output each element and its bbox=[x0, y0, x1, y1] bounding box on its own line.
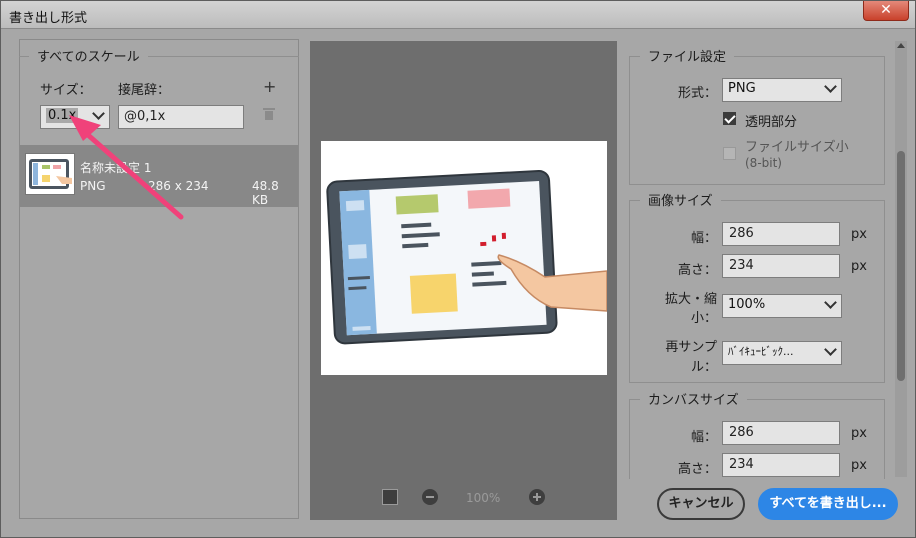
window-title: 書き出し形式 bbox=[9, 11, 88, 26]
resample-value: ﾊﾞｲｷｭｰﾋﾞｯｸ... bbox=[728, 345, 794, 358]
scale-label-line1: 拡大・縮 bbox=[664, 292, 717, 307]
scroll-thumb[interactable] bbox=[897, 151, 905, 381]
chevron-down-icon bbox=[824, 343, 837, 356]
image-width-unit: px bbox=[851, 227, 867, 242]
canvas-height-input[interactable]: 234 bbox=[722, 453, 840, 477]
trash-icon[interactable] bbox=[263, 107, 275, 121]
format-select-value: PNG bbox=[728, 81, 756, 96]
format-label: 形式： bbox=[677, 86, 717, 101]
format-select[interactable]: PNG bbox=[722, 78, 842, 102]
settings-scrollbar[interactable] bbox=[895, 41, 907, 477]
image-width-label: 幅： bbox=[690, 231, 717, 246]
annotation-arrow bbox=[69, 115, 184, 220]
asset-filesize: 48.8 KB bbox=[252, 179, 279, 207]
file-settings-legend: ファイル設定 bbox=[640, 46, 735, 65]
canvas-size-legend: カンバスサイズ bbox=[640, 389, 747, 408]
transparency-label: 透明部分 bbox=[745, 115, 798, 130]
zoom-in-icon[interactable] bbox=[529, 489, 545, 505]
all-scales-legend: すべてのスケール bbox=[29, 46, 148, 65]
scale-percent-select[interactable]: 100% bbox=[722, 294, 842, 318]
resample-label-line1: 再サンプ bbox=[665, 340, 717, 355]
small-file-label: ファイルサイズ小 bbox=[745, 140, 849, 155]
canvas-width-unit: px bbox=[851, 426, 867, 441]
canvas-width-label: 幅： bbox=[690, 430, 717, 445]
plus-icon[interactable]: + bbox=[263, 77, 276, 96]
close-button[interactable]: ✕ bbox=[863, 1, 909, 21]
export-all-button[interactable]: すべてを書き出し... bbox=[758, 488, 898, 520]
resample-select[interactable]: ﾊﾞｲｷｭｰﾋﾞｯｸ... bbox=[722, 341, 842, 365]
zoom-level: 100% bbox=[466, 491, 501, 505]
chevron-down-icon bbox=[824, 80, 837, 93]
scale-label-line2: 小： bbox=[690, 311, 717, 326]
image-height-input[interactable]: 234 bbox=[722, 254, 840, 278]
zoom-out-icon[interactable] bbox=[422, 489, 438, 505]
scale-percent-value: 100% bbox=[728, 297, 766, 312]
export-dialog: 書き出し形式 ✕ すべてのスケール サイズ： 接尾辞： + 0.1x @0,1x… bbox=[0, 0, 916, 538]
transparency-checkbox[interactable] bbox=[723, 112, 736, 125]
cancel-button[interactable]: キャンセル bbox=[657, 488, 745, 520]
title-bar[interactable]: 書き出し形式 ✕ bbox=[1, 1, 915, 29]
scroll-up-icon[interactable] bbox=[897, 43, 905, 48]
chevron-down-icon bbox=[824, 296, 837, 309]
small-file-checkbox[interactable] bbox=[723, 147, 736, 160]
preview-toolbar: 100% bbox=[310, 485, 617, 509]
canvas-height-label: 高さ： bbox=[677, 462, 717, 477]
small-file-sub: (8-bit) bbox=[745, 156, 782, 170]
crop-icon[interactable] bbox=[382, 489, 398, 505]
image-height-label: 高さ： bbox=[677, 263, 717, 278]
canvas-width-input[interactable]: 286 bbox=[722, 421, 840, 445]
image-height-unit: px bbox=[851, 259, 867, 274]
image-size-legend: 画像サイズ bbox=[640, 190, 721, 209]
image-width-input[interactable]: 286 bbox=[722, 222, 840, 246]
preview-image bbox=[321, 141, 608, 375]
canvas-height-unit: px bbox=[851, 458, 867, 473]
preview-area: 100% bbox=[310, 41, 617, 520]
resample-label-line2: ル： bbox=[690, 360, 717, 375]
